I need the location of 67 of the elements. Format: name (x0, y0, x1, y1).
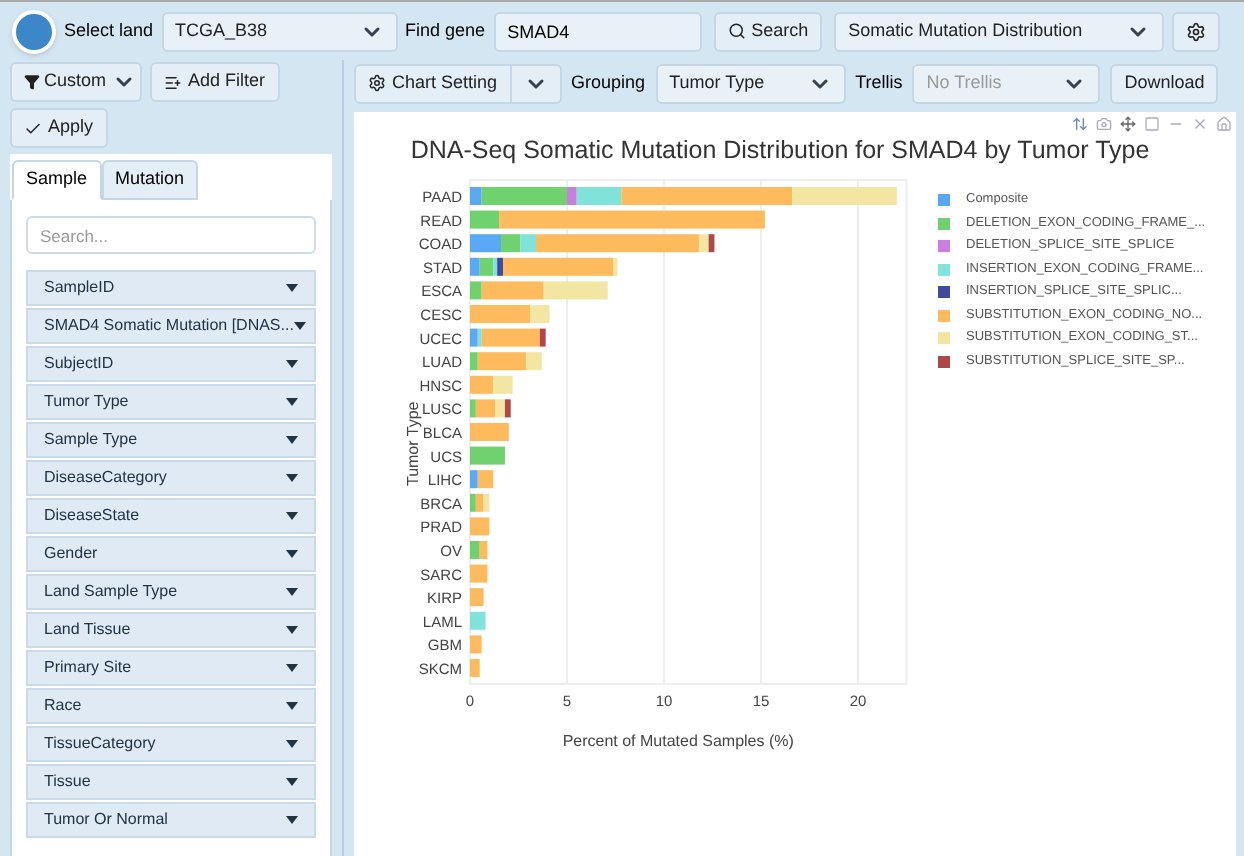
field-item[interactable]: SMAD4 Somatic Mutation [DNAS... (26, 308, 316, 344)
field-label: Grouping (571, 69, 646, 96)
field-item[interactable]: Race (26, 688, 316, 724)
add-filter-icon (164, 73, 182, 91)
gene-field[interactable]: SMAD4 (493, 11, 702, 51)
grouping-select[interactable]: Tumor Type (655, 63, 846, 103)
logo-icon (12, 9, 56, 53)
field-item[interactable]: Land Sample Type (26, 574, 316, 610)
chart-title: DNA-Seq Somatic Mutation Distribution for SMAD4 by Tumor Type (408, 134, 1152, 168)
field-item[interactable]: DiseaseState (26, 498, 316, 534)
caret-icon (286, 740, 298, 748)
caret-icon (286, 702, 298, 710)
caret-icon (286, 360, 298, 368)
settings-button[interactable] (1172, 11, 1221, 51)
search-button[interactable]: Search (713, 11, 823, 51)
field-item[interactable]: Sample Type (26, 422, 316, 458)
custom-button[interactable]: Custom (10, 62, 142, 102)
bar-segment (470, 658, 480, 677)
field-item[interactable]: Gender (26, 536, 316, 572)
check-icon (24, 119, 42, 137)
pan-icon[interactable] (1120, 116, 1136, 132)
download-button[interactable]: Download (1110, 63, 1219, 103)
caret-icon (286, 284, 298, 292)
filter-icon (24, 74, 40, 90)
caret-icon (286, 588, 298, 596)
caret-icon (293, 322, 306, 330)
land-select[interactable]: TCGA_B38 (161, 11, 398, 51)
caret-icon (286, 398, 298, 406)
axis-title: Percent of Mutated Samples (%) (562, 731, 794, 750)
field-item[interactable]: Primary Site (26, 650, 316, 686)
caret-icon (286, 474, 298, 482)
field-item[interactable]: SampleID (26, 270, 316, 306)
tab[interactable]: Mutation (101, 160, 199, 200)
field-item[interactable]: Land Tissue (26, 612, 316, 648)
caret-icon (286, 664, 298, 672)
search-field[interactable]: Search... (26, 216, 316, 254)
bar-segment (470, 634, 482, 653)
home-icon[interactable] (1216, 116, 1232, 132)
add-filter-button[interactable]: Add Filter (150, 62, 280, 102)
caret-icon (286, 436, 298, 444)
field-item[interactable]: Tissue (26, 764, 316, 800)
view-select[interactable]: Somatic Mutation Distribution (834, 11, 1165, 51)
axis-title: Tumor Type (404, 401, 422, 486)
chart-setting-dropdown[interactable] (511, 63, 562, 103)
field-label: Find gene (405, 17, 486, 44)
tab[interactable]: Sample (12, 160, 102, 200)
camera-icon[interactable] (1096, 116, 1112, 132)
field-label: Trellis (855, 69, 903, 96)
field-item[interactable]: SubjectID (26, 346, 316, 382)
caret-icon (286, 626, 298, 634)
field-item[interactable]: Tumor Or Normal (26, 802, 316, 838)
caret-icon (286, 816, 298, 824)
close-icon[interactable] (1192, 116, 1208, 132)
field-item[interactable]: Tumor Type (26, 384, 316, 420)
settings-icon (1186, 21, 1207, 41)
zoom-in-icon[interactable] (1144, 116, 1160, 132)
field-item[interactable]: DiseaseCategory (26, 460, 316, 496)
field-item[interactable]: TissueCategory (26, 726, 316, 762)
chart-setting-button[interactable]: Chart Setting (354, 63, 512, 103)
caret-icon (286, 512, 298, 520)
caret-icon (286, 550, 298, 558)
settings-icon (368, 74, 386, 92)
compare-icon[interactable] (1072, 116, 1088, 132)
apply-button[interactable]: Apply (10, 108, 108, 148)
caret-icon (286, 778, 298, 786)
field-label: Select land (64, 17, 154, 44)
search-icon (727, 22, 746, 40)
